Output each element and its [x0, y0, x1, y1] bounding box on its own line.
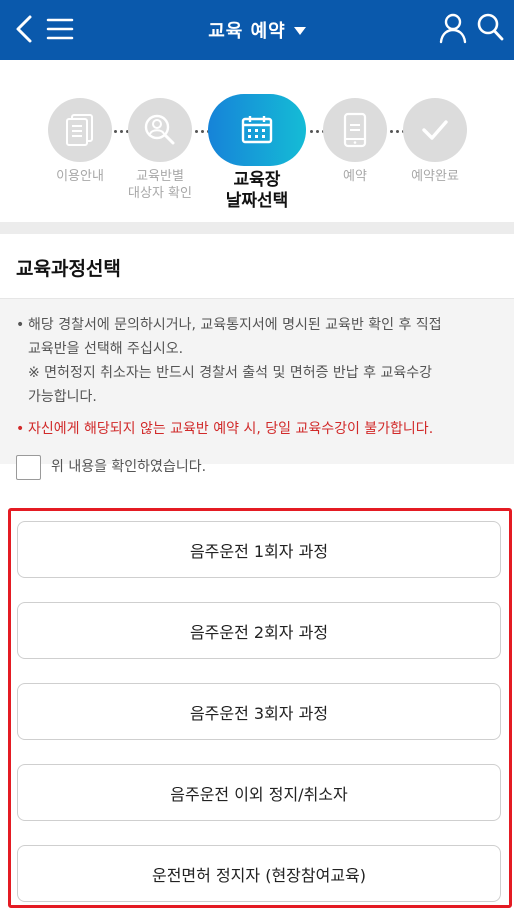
bullet: • [16, 317, 25, 333]
step-circle-active [208, 94, 306, 166]
step-circle [323, 98, 387, 162]
hamburger-icon[interactable] [46, 14, 74, 44]
step-label-wrap: 이용안내 [40, 168, 120, 185]
step-label-wrap: 예약완료 [395, 168, 475, 185]
step-reserve [323, 98, 387, 162]
step-label-wrap: 교육반별 대상자 확인 [118, 168, 202, 202]
app-header: 교육 예약 [0, 0, 514, 60]
step-label: 예약완료 [411, 169, 459, 184]
step-label: 이용안내 [56, 169, 104, 184]
step-label-line1: 교육장 [233, 170, 281, 190]
confirm-checkbox[interactable] [16, 455, 41, 480]
calendar-icon [241, 116, 273, 144]
phone-icon [343, 112, 367, 148]
divider-band [0, 222, 514, 234]
caret-down-icon [293, 27, 306, 35]
check-icon [422, 120, 448, 140]
section-title: 교육과정선택 [16, 258, 121, 280]
page-title: 교육 예약 [208, 21, 286, 42]
course-option-button[interactable]: 음주운전 이외 정지/취소자 [17, 764, 501, 821]
step-circle [403, 98, 467, 162]
notice-text: 해당 경찰서에 문의하시거나, 교육통지서에 명시된 교육반 확인 후 직접 [28, 317, 442, 333]
warning-text: 자신에게 해당되지 않는 교육반 예약 시, 당일 교육수강이 불가합니다. [28, 421, 434, 437]
notice-text: ※ 면허정지 취소자는 반드시 경찰서 출석 및 면허증 반납 후 교육수강 [28, 365, 432, 381]
step-connector [114, 130, 129, 133]
course-option-button[interactable]: 음주운전 3회자 과정 [17, 683, 501, 740]
step-label-line2: 날짜선택 [225, 191, 289, 211]
step-circle [48, 98, 112, 162]
step-label: 예약 [343, 169, 367, 184]
document-icon [66, 114, 93, 146]
notice-box: • 해당 경찰서에 문의하시거나, 교육통지서에 명시된 교육반 확인 후 직접… [0, 298, 514, 464]
warning-item: • 자신에게 해당되지 않는 교육반 예약 시, 당일 교육수강이 불가합니다. [16, 417, 498, 441]
course-options-highlight: 음주운전 1회자 과정 음주운전 2회자 과정 음주운전 3회자 과정 음주운전… [8, 508, 512, 908]
header-title-dropdown[interactable]: 교육 예약 [208, 17, 306, 43]
course-option-button[interactable]: 음주운전 2회자 과정 [17, 602, 501, 659]
progress-steps: 이용안내 교육반별 대상자 확인 교육장 날짜선택 예약 예약완료 [0, 60, 514, 222]
user-search-icon [144, 114, 175, 145]
bullet: • [16, 421, 25, 437]
step-target-check [128, 98, 192, 162]
notice-text: 가능합니다. [28, 389, 97, 405]
step-complete [403, 98, 467, 162]
step-circle [128, 98, 192, 162]
step-guide [48, 98, 112, 162]
notice-text: 교육반을 선택해 주십시오. [28, 341, 184, 357]
step-label-wrap: 예약 [315, 168, 395, 185]
course-option-button[interactable]: 운전면허 정지자 (현장참여교육) [17, 845, 501, 902]
user-icon[interactable] [438, 12, 468, 44]
search-icon[interactable] [476, 12, 504, 42]
step-label-line2: 대상자 확인 [128, 186, 192, 201]
notice-item: • 해당 경찰서에 문의하시거나, 교육통지서에 명시된 교육반 확인 후 직접 [16, 313, 498, 337]
confirm-label[interactable]: 위 내용을 확인하였습니다. [51, 456, 206, 476]
confirm-row: 위 내용을 확인하였습니다. [16, 455, 206, 480]
step-label-wrap: 교육장 날짜선택 [206, 170, 308, 212]
step-date-select [208, 94, 306, 166]
step-label-line1: 교육반별 [136, 169, 184, 184]
chevron-left-icon[interactable] [10, 12, 38, 46]
course-option-button[interactable]: 음주운전 1회자 과정 [17, 521, 501, 578]
